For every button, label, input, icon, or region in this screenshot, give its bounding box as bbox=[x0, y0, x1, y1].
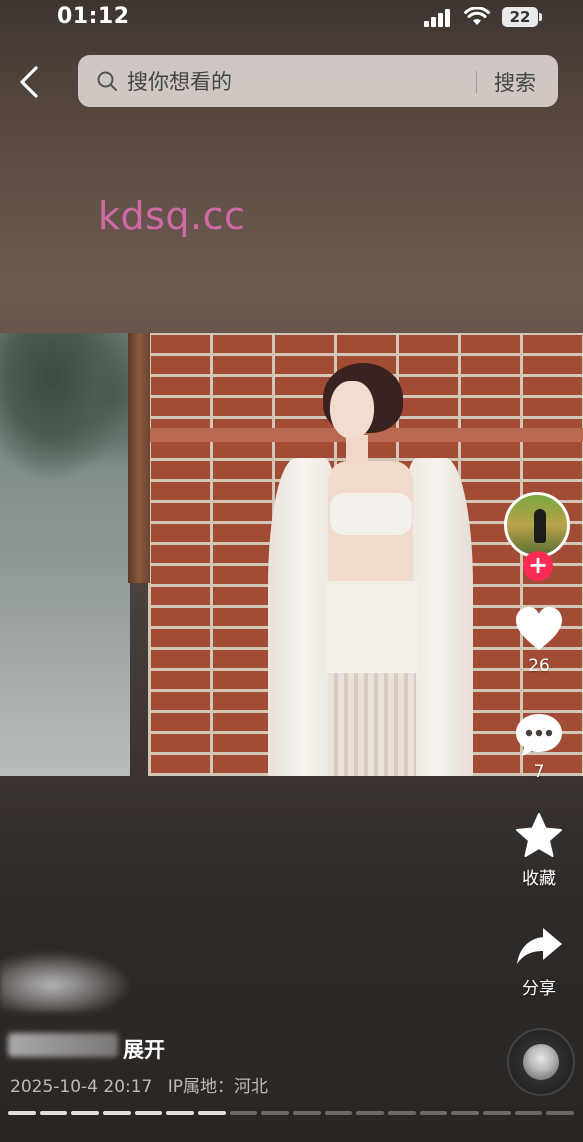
share-label: 分享 bbox=[522, 979, 556, 999]
search-icon bbox=[97, 71, 117, 91]
progress-segment bbox=[324, 1111, 353, 1115]
watermark: kdsq.cc bbox=[98, 194, 246, 238]
post-photo[interactable] bbox=[0, 333, 583, 776]
progress-segment bbox=[134, 1111, 163, 1115]
progress-segment bbox=[229, 1111, 258, 1115]
post-meta: 2025-10-4 20:17 IP属地：河北 bbox=[10, 1072, 268, 1097]
status-time: 01:12 bbox=[57, 4, 130, 29]
progress-segment bbox=[451, 1111, 480, 1115]
expand-link[interactable]: 展开 bbox=[123, 1034, 165, 1064]
search-bar[interactable]: 搜索 bbox=[78, 55, 558, 107]
post-date: 2025-10-4 20:17 bbox=[10, 1077, 153, 1097]
music-disc[interactable] bbox=[507, 1028, 575, 1096]
progress-segment bbox=[356, 1111, 385, 1115]
progress-segment bbox=[166, 1111, 195, 1115]
plus-icon: + bbox=[527, 551, 549, 579]
follow-button[interactable]: + bbox=[523, 551, 553, 581]
comment-icon bbox=[516, 714, 562, 756]
photo-legs bbox=[328, 673, 416, 776]
wifi-icon bbox=[464, 7, 490, 25]
signal-icon bbox=[424, 9, 454, 27]
progress-segment bbox=[71, 1111, 100, 1115]
search-divider bbox=[476, 71, 477, 93]
photo-skirt bbox=[326, 581, 418, 676]
comment-button[interactable]: 7 bbox=[500, 712, 578, 782]
search-button[interactable]: 搜索 bbox=[494, 67, 536, 97]
battery-icon: 22 bbox=[502, 7, 538, 27]
ip-location: IP属地：河北 bbox=[167, 1077, 269, 1097]
back-button[interactable] bbox=[14, 62, 48, 102]
favorite-button[interactable]: 收藏 bbox=[500, 812, 578, 889]
avatar-figure bbox=[534, 509, 546, 543]
heart-icon bbox=[516, 607, 562, 650]
photo-trees bbox=[0, 333, 130, 483]
progress-segment bbox=[103, 1111, 131, 1115]
favorite-label: 收藏 bbox=[522, 869, 556, 889]
author-name-blurred bbox=[8, 1033, 118, 1057]
music-disc-cover bbox=[523, 1044, 559, 1080]
blurred-caption bbox=[0, 952, 130, 1012]
like-button[interactable]: 26 bbox=[500, 606, 578, 676]
progress-segment bbox=[483, 1111, 511, 1115]
progress-segment bbox=[198, 1111, 226, 1115]
progress-segment bbox=[546, 1111, 575, 1115]
photo-neck bbox=[346, 435, 368, 465]
photo-face bbox=[330, 381, 374, 439]
progress-segment bbox=[39, 1111, 68, 1115]
photo-top bbox=[330, 493, 412, 535]
progress-segment bbox=[261, 1111, 290, 1115]
carousel-progress bbox=[8, 1111, 575, 1115]
progress-segment bbox=[293, 1111, 321, 1115]
like-count: 26 bbox=[528, 656, 550, 676]
battery-tip bbox=[539, 13, 542, 21]
share-button[interactable]: 分享 bbox=[500, 924, 578, 999]
progress-segment bbox=[419, 1111, 448, 1115]
creator-avatar[interactable] bbox=[504, 492, 570, 558]
progress-segment bbox=[8, 1111, 36, 1115]
star-icon bbox=[516, 813, 562, 857]
photo-model bbox=[268, 363, 478, 776]
progress-segment bbox=[388, 1111, 416, 1115]
comment-count: 7 bbox=[533, 762, 545, 782]
share-arrow-icon bbox=[517, 928, 562, 964]
search-input[interactable] bbox=[125, 65, 459, 99]
progress-segment bbox=[514, 1111, 543, 1115]
status-bar: 01:12 22 bbox=[0, 0, 583, 36]
photo-pillar bbox=[128, 333, 150, 583]
chevron-left-icon bbox=[20, 66, 38, 98]
